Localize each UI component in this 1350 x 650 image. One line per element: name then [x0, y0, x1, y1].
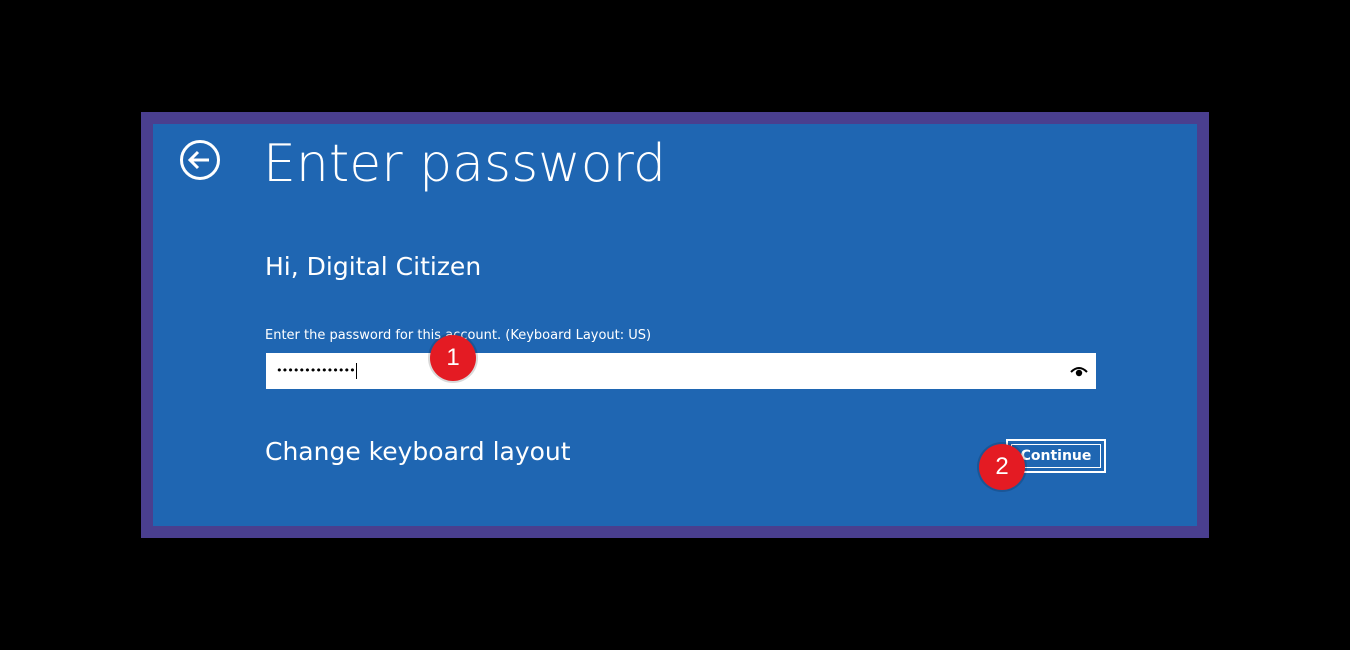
password-dots: ••••••••••••••: [276, 364, 356, 377]
dialog-frame: Enter password Hi, Digital Citizen Enter…: [141, 112, 1209, 538]
eye-icon: [1070, 367, 1088, 377]
text-caret: [355, 363, 357, 379]
step-1-badge: 1: [430, 335, 476, 381]
back-button[interactable]: [179, 139, 221, 181]
step-2-badge: 2: [979, 444, 1025, 490]
user-greeting: Hi, Digital Citizen: [265, 252, 482, 281]
change-keyboard-layout-link[interactable]: Change keyboard layout: [265, 435, 571, 469]
dialog-panel: Enter password Hi, Digital Citizen Enter…: [153, 124, 1197, 526]
back-arrow-icon: [180, 140, 220, 180]
page-title: Enter password: [263, 134, 666, 194]
reveal-password-button[interactable]: [1070, 363, 1088, 379]
password-value: ••••••••••••••: [276, 360, 357, 382]
password-input[interactable]: ••••••••••••••: [266, 353, 1096, 389]
